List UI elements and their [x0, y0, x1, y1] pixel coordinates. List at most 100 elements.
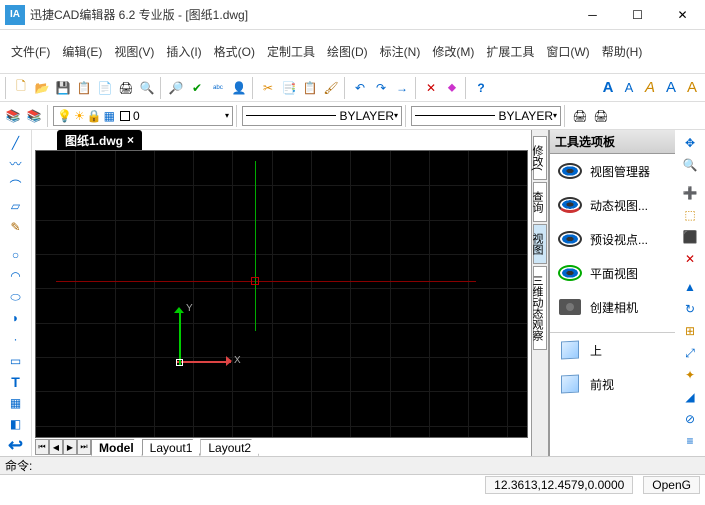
menu-modify[interactable]: 修改(M)	[426, 40, 480, 63]
arc-icon[interactable]: ⌒	[2, 174, 30, 195]
vtab-3dorbit[interactable]: 三维动态观察	[533, 266, 547, 350]
palette-item-viewmanager[interactable]: 视图管理器	[550, 154, 675, 188]
hatch-icon[interactable]: ▦	[2, 392, 30, 413]
circle-icon[interactable]: ○	[2, 244, 30, 265]
palette-item-dynview[interactable]: 动态视图...	[550, 188, 675, 222]
vtab-query[interactable]: 查询	[533, 182, 547, 222]
open-icon[interactable]: 📂	[32, 78, 52, 98]
spellcheck-icon[interactable]: ᵃᵇᶜ	[208, 78, 228, 98]
tab-layout1[interactable]: Layout1	[142, 439, 201, 456]
redo-icon[interactable]: ↷	[371, 78, 391, 98]
print-icon[interactable]: 🖨	[116, 78, 136, 98]
scale-icon[interactable]: ⤢	[676, 342, 704, 364]
font-b-icon[interactable]: A	[619, 78, 639, 98]
minimize-button[interactable]: ─	[570, 0, 615, 30]
boolean-icon[interactable]: ⊘	[676, 408, 704, 430]
layers2-icon[interactable]: 📚	[24, 106, 44, 126]
layers-icon[interactable]: 📚	[3, 106, 23, 126]
ellipsearc-icon[interactable]: ◗	[2, 308, 30, 329]
delete-icon[interactable]: ✕	[421, 78, 441, 98]
menu-help[interactable]: 帮助(H)	[596, 40, 649, 63]
menu-format[interactable]: 格式(O)	[208, 40, 261, 63]
new-icon[interactable]: 🗋	[11, 78, 31, 98]
command-line[interactable]: 命令:	[0, 456, 705, 474]
maximize-button[interactable]: ☐	[615, 0, 660, 30]
menu-draw[interactable]: 绘图(D)	[321, 40, 374, 63]
lineweight-dropdown[interactable]: BYLAYER	[411, 106, 561, 126]
paste-icon[interactable]: 📋	[300, 78, 320, 98]
crosshair-v	[255, 161, 256, 331]
copy2-icon[interactable]: 📑	[279, 78, 299, 98]
menu-dimension[interactable]: 标注(N)	[374, 40, 427, 63]
arc2-icon[interactable]: ◠	[2, 265, 30, 286]
tab-model[interactable]: Model	[91, 439, 142, 456]
menu-customtools[interactable]: 定制工具	[261, 40, 321, 63]
text-icon[interactable]: T	[2, 371, 30, 392]
brush-icon[interactable]: 🖌	[321, 78, 341, 98]
delete2-icon[interactable]: ✕	[676, 248, 704, 270]
pan-icon[interactable]: ✥	[676, 132, 704, 154]
select2-icon[interactable]: ⬛	[676, 226, 704, 248]
palette-item-planview[interactable]: 平面视图	[550, 256, 675, 290]
region-icon[interactable]: ◧	[2, 414, 30, 435]
spline-icon[interactable]: 〰	[2, 153, 30, 174]
close-button[interactable]: ✕	[660, 0, 705, 30]
tab-prev-icon[interactable]: ◀	[49, 439, 63, 455]
doc-tab-active[interactable]: 图纸1.dwg ×	[57, 130, 142, 151]
print2-icon[interactable]: 🖨	[570, 106, 590, 126]
font-a-icon[interactable]: A	[598, 78, 618, 98]
tab-layout2[interactable]: Layout2	[200, 439, 259, 456]
ellipse-icon[interactable]: ⬭	[2, 286, 30, 307]
palette-item-camera[interactable]: 创建相机	[550, 290, 675, 324]
rect-icon[interactable]: ▭	[2, 350, 30, 371]
vtab-modify[interactable]: 修改(	[533, 136, 547, 180]
menu-extend[interactable]: 扩展工具	[480, 40, 540, 63]
explode-icon[interactable]: ✦	[676, 364, 704, 386]
font-c-icon[interactable]: A	[640, 78, 660, 98]
menu-view[interactable]: 视图(V)	[108, 40, 160, 63]
help-icon[interactable]: ?	[471, 78, 491, 98]
array-icon[interactable]: ⊞	[676, 320, 704, 342]
rotate-icon[interactable]: ↻	[676, 298, 704, 320]
menu-insert[interactable]: 插入(I)	[160, 40, 207, 63]
doc-icon[interactable]: 📄	[95, 78, 115, 98]
freehand-icon[interactable]: ✎	[2, 217, 30, 238]
undo-icon[interactable]: ↶	[350, 78, 370, 98]
palette-item-preset[interactable]: 预设视点...	[550, 222, 675, 256]
tab-first-icon[interactable]: ⏮	[35, 439, 49, 455]
save-icon[interactable]: 💾	[53, 78, 73, 98]
drawing-canvas[interactable]: X Y	[35, 150, 528, 438]
chamfer-icon[interactable]: ◢	[676, 386, 704, 408]
doc-tab-close-icon[interactable]: ×	[127, 133, 134, 147]
menu-file[interactable]: 文件(F)	[5, 40, 56, 63]
find-icon[interactable]: 🔎	[166, 78, 186, 98]
dimension-icon[interactable]: ⬥	[442, 78, 462, 98]
font-e-icon[interactable]: A	[682, 78, 702, 98]
font-d-icon[interactable]: A	[661, 78, 681, 98]
mirror-icon[interactable]: ▲	[676, 276, 704, 298]
cut-icon[interactable]: ✂	[258, 78, 278, 98]
line-icon[interactable]: ╱	[2, 132, 30, 153]
zoomin-icon[interactable]: ➕	[676, 182, 704, 204]
point-icon[interactable]: ·	[2, 329, 30, 350]
check-icon[interactable]: ✔	[187, 78, 207, 98]
layer-dropdown[interactable]: 💡 ☀ 🔒 ▦ 0	[53, 106, 233, 126]
menu-edit[interactable]: 编辑(E)	[56, 40, 108, 63]
menu-window[interactable]: 窗口(W)	[540, 40, 595, 63]
print3-icon[interactable]: 🖨	[591, 106, 611, 126]
zoom-icon[interactable]: 🔍	[676, 154, 704, 176]
select-icon[interactable]: ⬚	[676, 204, 704, 226]
polyline-icon[interactable]: ▱	[2, 196, 30, 217]
person-icon[interactable]: 👤	[229, 78, 249, 98]
preview-icon[interactable]: 🔍	[137, 78, 157, 98]
vtab-view[interactable]: 视图	[533, 224, 547, 264]
back-icon[interactable]: ↩	[2, 435, 30, 456]
break-icon[interactable]: ≡	[676, 430, 704, 452]
fwd-icon[interactable]: →	[392, 78, 412, 98]
tab-last-icon[interactable]: ⏭	[77, 439, 91, 455]
palette-item-front[interactable]: 前视	[550, 367, 675, 401]
tab-next-icon[interactable]: ▶	[63, 439, 77, 455]
linetype-dropdown[interactable]: BYLAYER	[242, 106, 402, 126]
copy-icon[interactable]: 📋	[74, 78, 94, 98]
palette-item-top[interactable]: 上	[550, 333, 675, 367]
